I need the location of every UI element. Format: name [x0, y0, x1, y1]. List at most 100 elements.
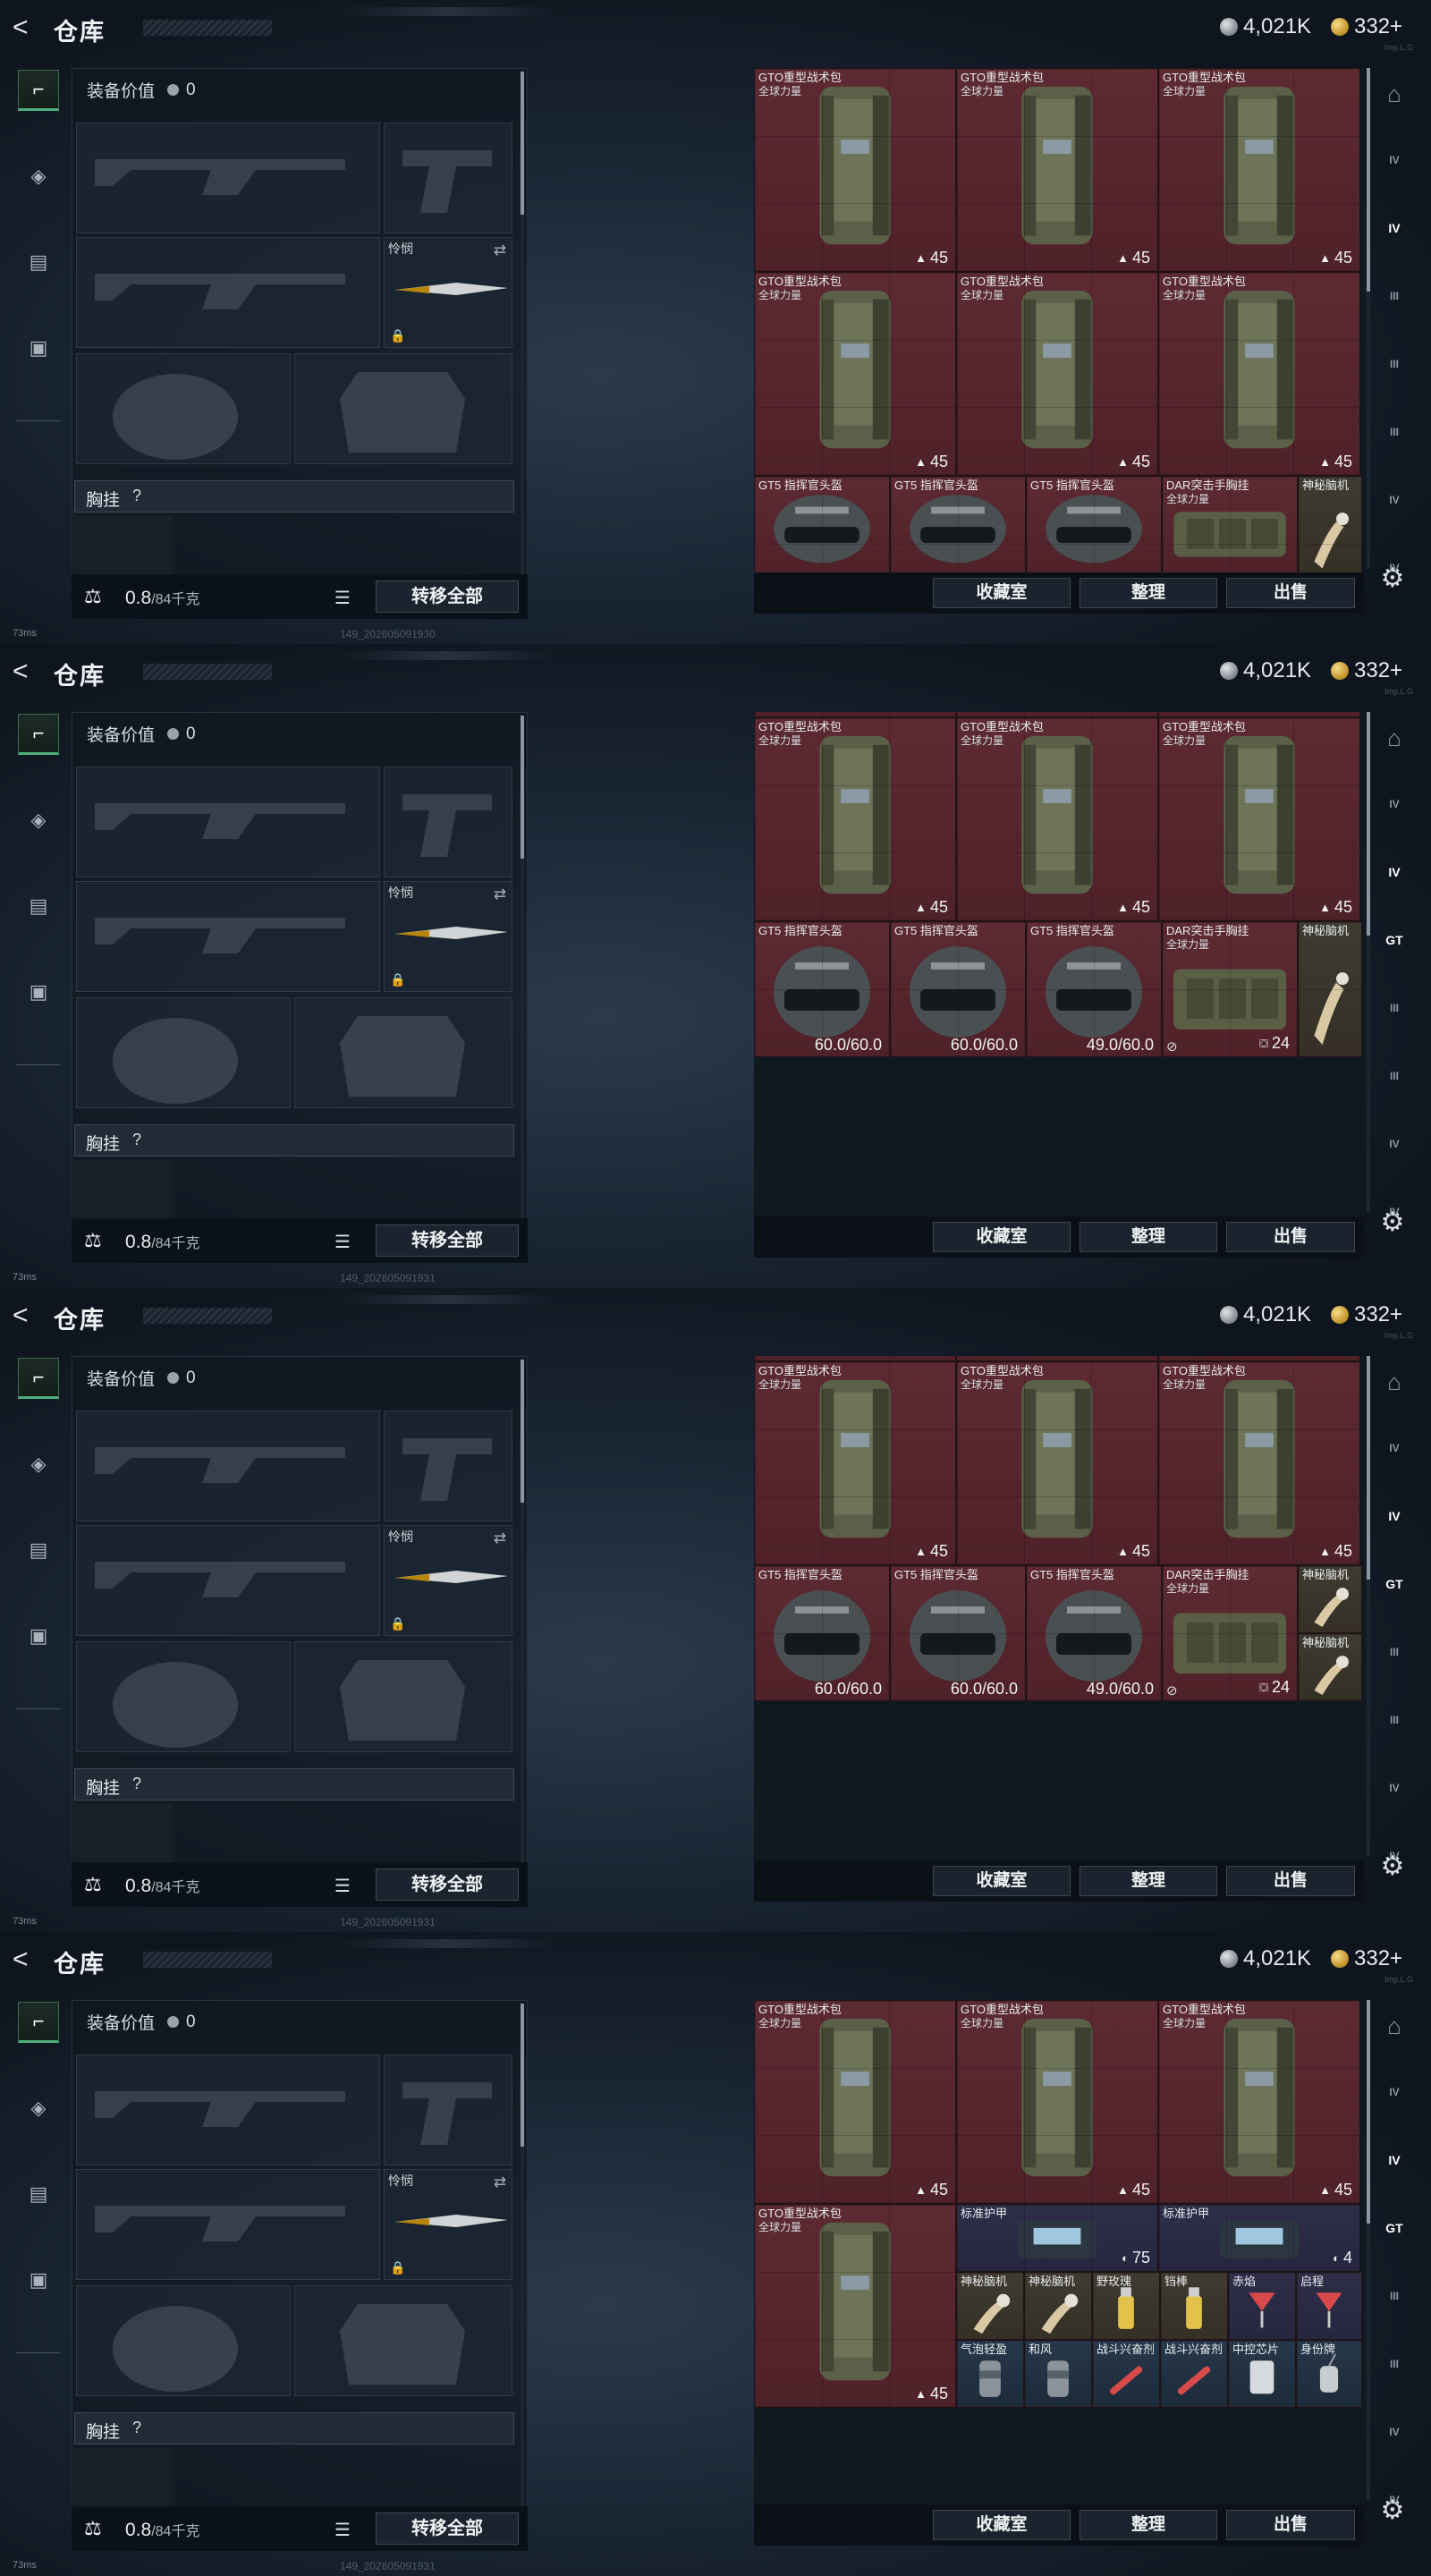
collection-button[interactable]: 收藏室 [933, 2510, 1071, 2540]
swap-icon[interactable]: ⇄ [494, 1530, 506, 1547]
list-icon[interactable]: ☰ [334, 2519, 351, 2541]
stash-item-drink[interactable]: 铛棒 [1160, 2272, 1228, 2340]
tab-backpack[interactable]: ▣ [18, 2259, 59, 2301]
chest-rig-slot[interactable] [74, 1160, 173, 1223]
stash-page-1[interactable]: IV [1376, 791, 1413, 818]
help-icon[interactable]: ? [132, 1775, 141, 1793]
secondary-weapon-slot[interactable] [76, 1525, 380, 1636]
stash-item-relic[interactable]: 神秘脑机 [1298, 1565, 1362, 1633]
helmet-slot[interactable] [76, 2285, 291, 2396]
stash-page-4[interactable]: III [1376, 995, 1413, 1021]
armor-slot[interactable] [294, 2285, 512, 2396]
list-icon[interactable]: ☰ [334, 1231, 351, 1253]
stash-page-4[interactable]: III [1376, 1639, 1413, 1665]
stash-item-backpack[interactable]: GTO重型战术包 全球力量 ▲ 45 [1158, 717, 1360, 921]
chest-rig-header[interactable]: 胸挂? [74, 1768, 514, 1801]
stash-item-backpack[interactable]: GTO重型战术包 全球力量 ▲ 45 [956, 2000, 1158, 2204]
home-icon[interactable]: ⌂ [1376, 80, 1413, 107]
stash-item-backpack[interactable]: GTO重型战术包 全球力量 ▲ 45 [1158, 1361, 1360, 1565]
stash-item-backpack[interactable]: GTO重型战术包 全球力量 ▲ 45 [1158, 2000, 1360, 2204]
stash-item-cocktail[interactable]: 赤焰 [1228, 2272, 1296, 2340]
stash-scroll-thumb[interactable] [1367, 68, 1370, 292]
tab-armor[interactable]: ◈ [18, 1444, 59, 1485]
stash-page-2[interactable]: IV [1376, 2147, 1413, 2174]
silver-currency[interactable]: 4,021K [1220, 14, 1311, 39]
stash-item-relic[interactable]: 神秘脑机 [1298, 1633, 1362, 1701]
gold-currency[interactable]: 332+ [1331, 14, 1402, 39]
stash-page-5[interactable]: III [1376, 2351, 1413, 2377]
home-icon[interactable]: ⌂ [1376, 1368, 1413, 1395]
secondary-weapon-slot[interactable] [76, 237, 380, 348]
stash-page-3[interactable]: GT [1376, 1571, 1413, 1597]
tab-armor[interactable]: ◈ [18, 800, 59, 841]
swap-icon[interactable]: ⇄ [494, 242, 506, 259]
sell-button[interactable]: 出售 [1226, 2510, 1355, 2540]
sell-button[interactable]: 出售 [1226, 1222, 1355, 1252]
stash-item-helmet[interactable]: GT5 指挥官头盔 60.0/60.0 [890, 921, 1026, 1057]
back-button[interactable]: < [13, 1946, 39, 1973]
stash-page-3[interactable]: III [1376, 283, 1413, 309]
sort-button[interactable]: 整理 [1080, 2510, 1217, 2540]
sell-button[interactable]: 出售 [1226, 1866, 1355, 1896]
stash-item-backpack[interactable]: GTO重型战术包 全球力量 ▲ 45 [956, 272, 1158, 476]
pistol-slot[interactable] [384, 123, 512, 233]
stash-item-syringe[interactable]: 战斗兴奋剂 [1092, 2340, 1160, 2408]
chest-rig-slot[interactable] [74, 1804, 173, 1867]
stash-page-2[interactable]: IV [1376, 1503, 1413, 1530]
transfer-all-button[interactable]: 转移全部 [376, 1868, 519, 1901]
tab-weapons[interactable]: ⌐ [18, 1358, 59, 1399]
chest-rig-slot[interactable] [74, 2448, 173, 2511]
stash-item-backpack[interactable]: GTO重型战术包 全球力量 ▲ 45 [754, 1361, 956, 1565]
stash-page-7[interactable]: IV [1376, 555, 1413, 581]
stash-item-tag[interactable]: 身份牌 [1296, 2340, 1362, 2408]
tab-rig[interactable]: ▤ [18, 242, 59, 283]
gold-currency[interactable]: 332+ [1331, 1946, 1402, 1971]
tab-backpack[interactable]: ▣ [18, 327, 59, 369]
stash-item-relic[interactable]: 神秘脑机 [1024, 2272, 1092, 2340]
stash-item-armor[interactable]: 标准护甲 ◐ 75 [956, 2204, 1158, 2272]
list-icon[interactable]: ☰ [334, 1875, 351, 1897]
stash-page-1[interactable]: IV [1376, 1435, 1413, 1462]
stash-item-helmet[interactable]: GT5 指挥官头盔 [890, 476, 1026, 574]
chest-rig-slot[interactable] [74, 516, 173, 579]
tab-rig[interactable]: ▤ [18, 1530, 59, 1571]
stash-page-4[interactable]: III [1376, 351, 1413, 377]
stash-item-drink[interactable]: 野玫瑰 [1092, 2272, 1160, 2340]
stash-page-5[interactable]: III [1376, 1707, 1413, 1733]
primary-weapon-slot[interactable] [76, 1411, 380, 1521]
stash-item-backpack[interactable]: GTO重型战术包 全球力量 ▲ 45 [956, 717, 1158, 921]
stash-page-5[interactable]: III [1376, 419, 1413, 445]
stash-page-2[interactable]: IV [1376, 215, 1413, 242]
sort-button[interactable]: 整理 [1080, 1222, 1217, 1252]
stash-scroll-thumb[interactable] [1367, 712, 1370, 936]
back-button[interactable]: < [13, 1302, 39, 1329]
equipment-scroll-thumb[interactable] [521, 1360, 524, 1503]
stash-page-6[interactable]: IV [1376, 2419, 1413, 2445]
helmet-slot[interactable] [76, 1641, 291, 1752]
armor-slot[interactable] [294, 1641, 512, 1752]
melee-slot[interactable]: 怜悯 ⇄ 🔒 [384, 1525, 512, 1636]
melee-slot[interactable]: 怜悯 ⇄ 🔒 [384, 2169, 512, 2280]
stash-item-card[interactable]: 中控芯片 [1228, 2340, 1296, 2408]
chest-rig-header[interactable]: 胸挂? [74, 480, 514, 513]
stash-item-rig[interactable]: DAR突击手胸挂 全球力量 ⊘ ⛋ 24 [1162, 921, 1298, 1057]
list-icon[interactable]: ☰ [334, 587, 351, 609]
sort-button[interactable]: 整理 [1080, 1866, 1217, 1896]
stash-item-helmet[interactable]: GT5 指挥官头盔 [754, 476, 890, 574]
stash-item-rig[interactable]: DAR突击手胸挂 全球力量 [1162, 476, 1298, 574]
help-icon[interactable]: ? [132, 2419, 141, 2437]
stash-item-relic[interactable]: 神秘脑机 [1298, 476, 1362, 574]
stash-page-1[interactable]: IV [1376, 2079, 1413, 2106]
home-icon[interactable]: ⌂ [1376, 724, 1413, 751]
stash-item-helmet[interactable]: GT5 指挥官头盔 [1026, 476, 1162, 574]
back-button[interactable]: < [13, 658, 39, 685]
stash-page-3[interactable]: GT [1376, 927, 1413, 953]
stash-scroll-thumb[interactable] [1367, 2000, 1370, 2224]
stash-page-7[interactable]: IV [1376, 1843, 1413, 1869]
secondary-weapon-slot[interactable] [76, 2169, 380, 2280]
stash-page-3[interactable]: GT [1376, 2215, 1413, 2241]
stash-item-syringe[interactable]: 战斗兴奋剂 [1160, 2340, 1228, 2408]
equipment-scroll-thumb[interactable] [521, 716, 524, 859]
stash-item-backpack[interactable]: GTO重型战术包 全球力量 ▲ 45 [1158, 68, 1360, 272]
stash-item-backpack[interactable]: GTO重型战术包 全球力量 ▲ 45 [956, 1361, 1158, 1565]
